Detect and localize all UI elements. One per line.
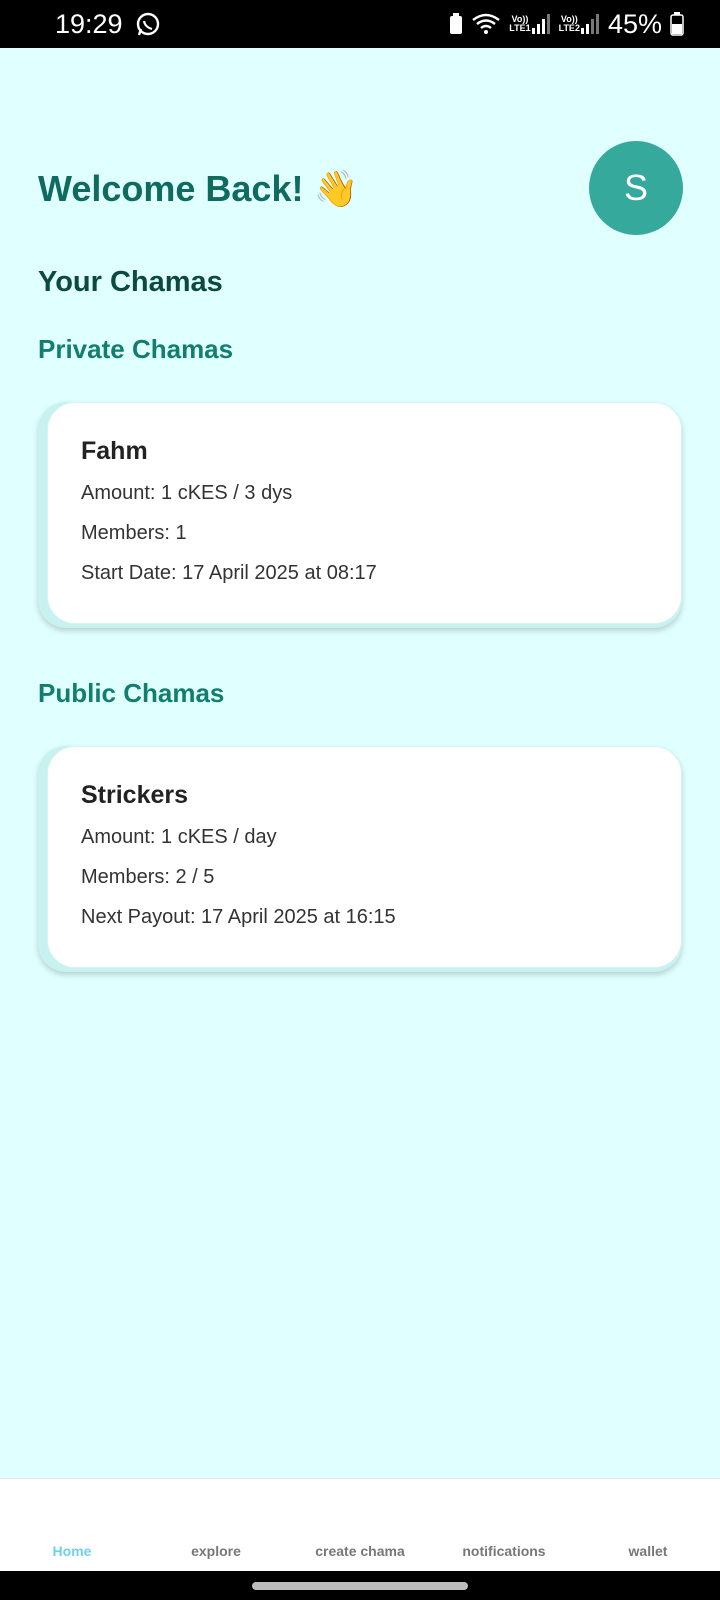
your-chamas-title: Your Chamas <box>38 266 223 298</box>
private-chamas-title: Private Chamas <box>38 334 234 364</box>
welcome-text: Welcome Back! <box>38 168 304 209</box>
chama-name: Strickers <box>81 781 189 809</box>
nav-home[interactable]: Home <box>0 1479 144 1571</box>
avatar-initial: S <box>623 167 648 208</box>
signal-2-icon: Vo)) LTE2 <box>559 13 600 35</box>
public-chamas-title: Public Chamas <box>38 678 225 708</box>
chama-amount: Amount: 1 cKES / day <box>81 826 277 848</box>
signal-1-icon: Vo)) LTE1 <box>509 13 550 35</box>
sim-1-label: LTE1 <box>509 23 531 33</box>
nav-explore[interactable]: explore <box>144 1479 288 1571</box>
chama-card-body: Fahm Amount: 1 cKES / 3 dys Members: 1 S… <box>47 402 682 624</box>
status-bar: 19:29 Vo)) LTE1 Vo)) LTE2 45% <box>0 0 720 48</box>
bottom-nav: Home explore create chama notifications … <box>0 1478 720 1571</box>
chama-members: Members: 2 / 5 <box>81 866 215 888</box>
chama-members: Members: 1 <box>81 522 187 544</box>
home-gesture-handle[interactable] <box>252 1582 468 1590</box>
private-chama-card[interactable]: Fahm Amount: 1 cKES / 3 dys Members: 1 S… <box>38 402 682 628</box>
battery-icon <box>670 12 684 36</box>
whatsapp-icon <box>135 11 161 37</box>
nav-notifications[interactable]: notifications <box>432 1479 576 1571</box>
wave-emoji-icon: 👋 <box>313 168 359 209</box>
nav-wallet[interactable]: wallet <box>576 1479 720 1571</box>
battery-saver-icon <box>449 13 463 35</box>
battery-percent: 45% <box>607 8 662 39</box>
nav-create-chama[interactable]: create chama <box>288 1479 432 1571</box>
wifi-icon <box>471 12 501 36</box>
chama-card-body: Strickers Amount: 1 cKES / day Members: … <box>47 746 682 968</box>
chama-next-payout: Next Payout: 17 April 2025 at 16:15 <box>81 906 396 928</box>
sim-2-label: LTE2 <box>558 23 580 33</box>
chama-start-date: Start Date: 17 April 2025 at 08:17 <box>81 562 377 584</box>
welcome-heading: Welcome Back! 👋 <box>38 168 358 210</box>
avatar[interactable]: S <box>589 141 683 235</box>
chama-name: Fahm <box>81 437 148 465</box>
status-time: 19:29 <box>55 8 123 39</box>
public-chama-card[interactable]: Strickers Amount: 1 cKES / day Members: … <box>38 746 682 972</box>
chama-amount: Amount: 1 cKES / 3 dys <box>81 482 293 504</box>
